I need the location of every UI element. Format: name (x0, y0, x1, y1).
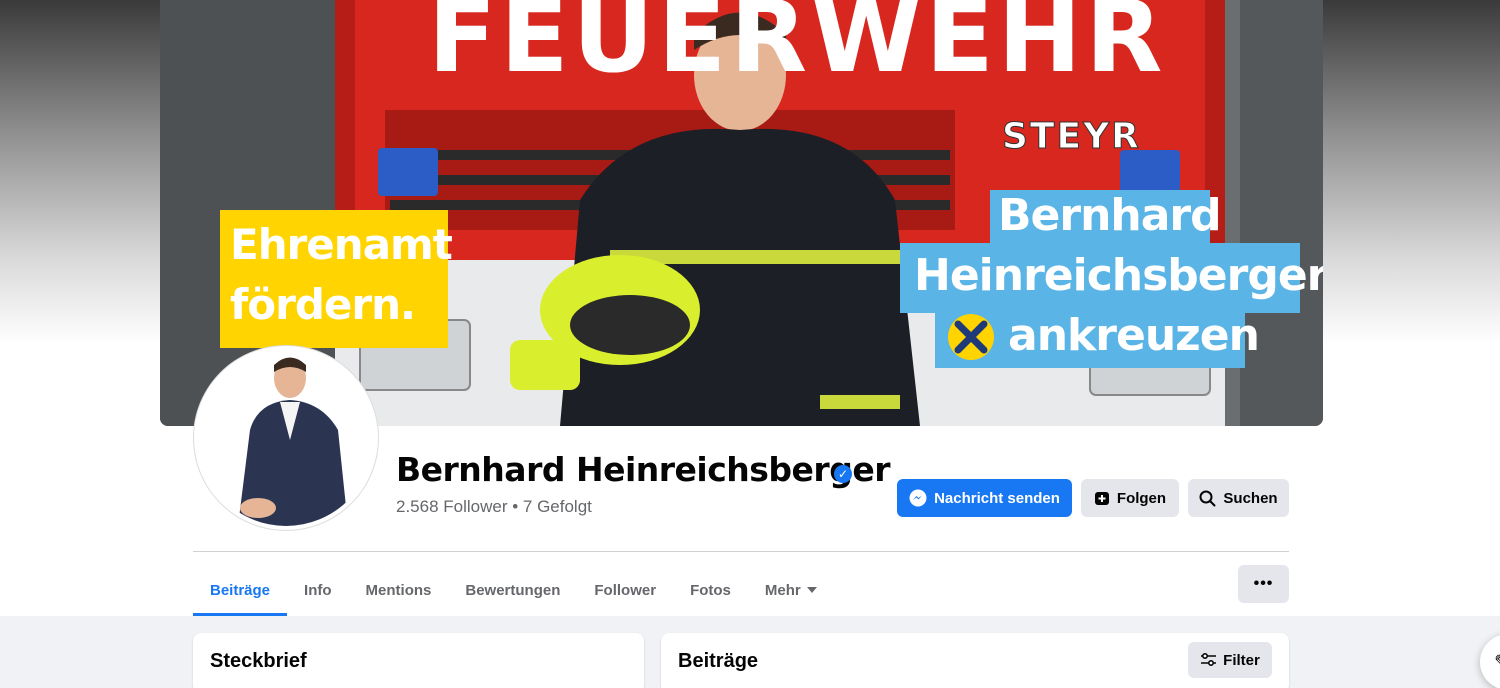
messenger-icon (909, 489, 927, 507)
intro-card: Steckbrief (193, 633, 644, 688)
ballot-cross-icon (948, 314, 994, 360)
filter-button[interactable]: Filter (1188, 642, 1272, 678)
send-message-button[interactable]: Nachricht senden (897, 479, 1072, 517)
tab-mentions[interactable]: Mentions (349, 564, 449, 616)
tab-beitraege[interactable]: Beiträge (193, 564, 288, 616)
tab-label: Bewertungen (465, 581, 561, 599)
avatar-illustration (198, 350, 374, 526)
send-message-label: Nachricht senden (934, 489, 1060, 507)
tab-mehr[interactable]: Mehr (748, 564, 834, 616)
search-icon (1199, 490, 1216, 506)
profile-tabs: Beiträge Info Mentions Bewertungen Follo… (193, 564, 834, 616)
slogan-right-line-3: ankreuzen (1008, 310, 1260, 361)
follow-plus-icon (1094, 492, 1109, 505)
truck-lettering: FEUERWEHR (428, 0, 1167, 95)
tab-fotos[interactable]: Fotos (673, 564, 748, 616)
compose-icon: ✎ (1494, 650, 1500, 675)
slogan-right-line-1: Bernhard (998, 190, 1222, 241)
posts-card: Beiträge Filter (661, 633, 1289, 688)
tab-bewertungen[interactable]: Bewertungen (448, 564, 577, 616)
page-title: Bernhard Heinreichsberger (396, 450, 890, 489)
tab-label: Mehr (764, 581, 801, 599)
tab-label: Follower (594, 581, 657, 599)
verified-badge-icon: ✓ (834, 465, 852, 483)
profile-avatar[interactable] (194, 346, 378, 530)
slogan-left-line-1: Ehrenamt (230, 220, 453, 269)
slogan-left-line-2: fördern. (230, 280, 416, 329)
posts-card-title: Beiträge (678, 650, 759, 672)
truck-brand-logo: STEYR (1002, 116, 1141, 158)
tab-info[interactable]: Info (287, 564, 349, 616)
header-divider (193, 551, 1289, 552)
caret-down-icon (806, 587, 817, 593)
more-options-button[interactable]: ••• (1238, 565, 1289, 603)
tab-label: Info (304, 581, 332, 599)
follower-stats[interactable]: 2.568 Follower • 7 Gefolgt (396, 497, 592, 517)
tab-label: Fotos (690, 581, 731, 599)
follow-button[interactable]: Folgen (1081, 479, 1179, 517)
slogan-right-line-2: Heinreichsberger (914, 250, 1323, 301)
tab-label: Beiträge (210, 581, 271, 599)
sliders-icon (1201, 653, 1217, 667)
tab-label: Mentions (365, 581, 432, 599)
search-label: Suchen (1223, 489, 1278, 507)
filter-label: Filter (1223, 651, 1260, 669)
tab-follower[interactable]: Follower (577, 564, 673, 616)
intro-card-title: Steckbrief (210, 650, 307, 672)
follow-label: Folgen (1116, 489, 1167, 507)
search-button[interactable]: Suchen (1188, 479, 1289, 517)
slogan-left-box: Ehrenamt fördern. (220, 210, 453, 348)
